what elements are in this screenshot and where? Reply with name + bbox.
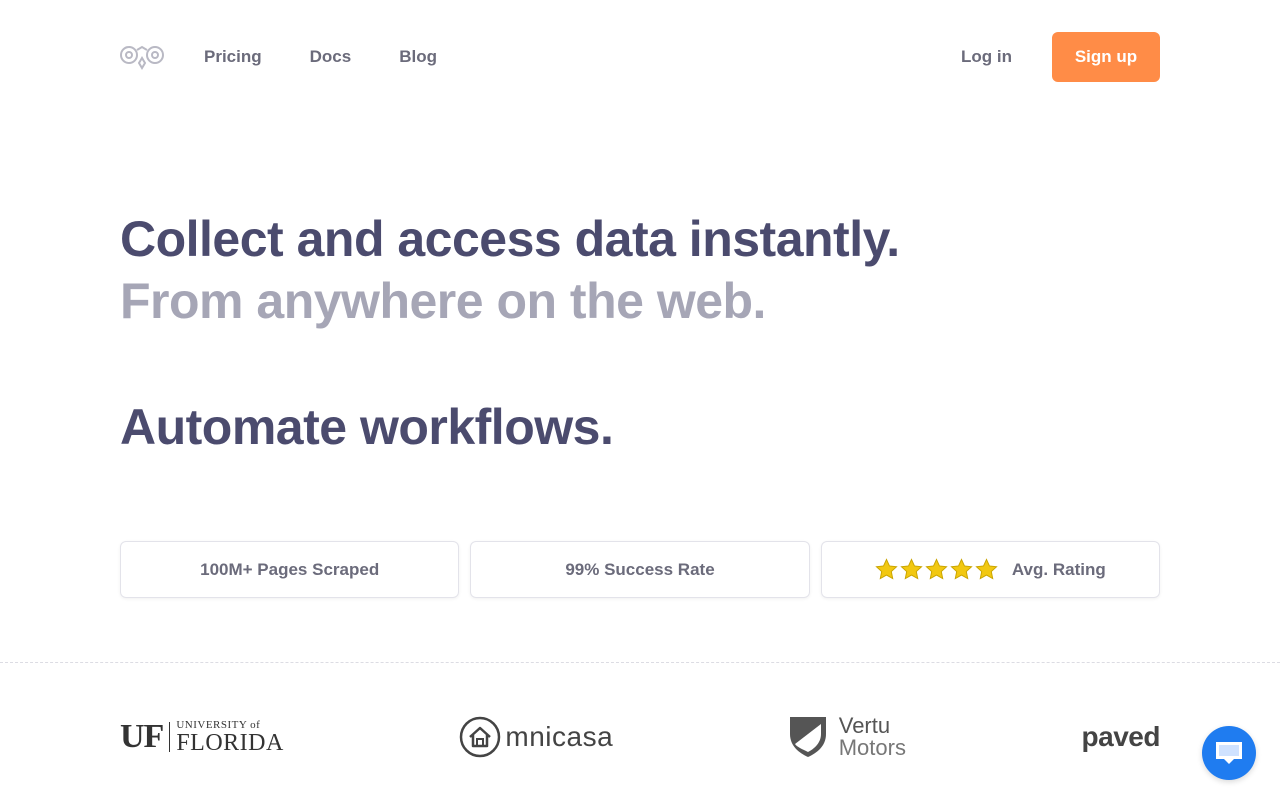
- star-icon: [950, 558, 973, 580]
- section-divider: [0, 662, 1280, 663]
- nav-links: Pricing Docs Blog: [204, 47, 437, 67]
- uf-wordmark: UNIVERSITY of FLORIDA: [176, 718, 284, 756]
- star-icon: [975, 558, 998, 580]
- hero-headline: Collect and access data instantly.: [120, 211, 900, 267]
- star-icon: [875, 558, 898, 580]
- star-icon: [900, 558, 923, 580]
- nav-link-pricing[interactable]: Pricing: [204, 47, 262, 67]
- vertu-wordmark: Vertu Motors: [839, 715, 906, 759]
- uf-big-text: FLORIDA: [176, 729, 284, 756]
- auth-actions: Log in Sign up: [961, 32, 1160, 82]
- chat-bubble-icon: [1216, 742, 1242, 764]
- uf-mark: UF: [120, 718, 164, 755]
- stat-pages-scraped: 100M+ Pages Scraped: [120, 541, 460, 598]
- logo-paved: paved: [1081, 721, 1161, 753]
- uf-separator: [169, 722, 171, 752]
- logo-vertu-motors: Vertu Motors: [789, 715, 906, 759]
- chat-launcher-button[interactable]: [1202, 726, 1256, 780]
- logo-omnicasa: mnicasa: [459, 716, 613, 758]
- login-link[interactable]: Log in: [961, 47, 1012, 67]
- brand-logo-icon[interactable]: [120, 44, 164, 70]
- stats-row: 100M+ Pages Scraped 99% Success Rate Avg…: [120, 541, 1160, 598]
- nav-link-blog[interactable]: Blog: [399, 47, 437, 67]
- uf-small-text: UNIVERSITY of: [176, 718, 261, 731]
- signup-button[interactable]: Sign up: [1052, 32, 1160, 82]
- stat-success-rate: 99% Success Rate: [470, 541, 810, 598]
- top-navigation: Pricing Docs Blog Log in Sign up: [120, 32, 1160, 82]
- hero-tagline: Automate workflows.: [120, 399, 614, 455]
- stat-rating-label: Avg. Rating: [1011, 559, 1106, 579]
- vertu-shield-icon: [789, 717, 826, 757]
- hero-section: Collect and access data instantly. From …: [120, 208, 900, 458]
- nav-link-docs[interactable]: Docs: [310, 47, 352, 67]
- rating-stars: [875, 558, 998, 581]
- omnicasa-house-icon: [460, 716, 501, 758]
- stat-success-label: 99% Success Rate: [565, 559, 715, 579]
- logo-university-of-florida: UF UNIVERSITY of FLORIDA: [120, 718, 284, 756]
- customer-logos: UF UNIVERSITY of FLORIDA mnicasa Vertu M…: [120, 712, 1160, 762]
- paved-wordmark: paved: [1081, 721, 1161, 752]
- vertu-text-2: Motors: [838, 735, 906, 760]
- hero-subheadline: From anywhere on the web.: [120, 273, 766, 329]
- star-icon: [925, 558, 948, 580]
- omnicasa-wordmark: mnicasa: [505, 721, 614, 752]
- stat-pages-label: 100M+ Pages Scraped: [200, 559, 380, 579]
- vertu-text-1: Vertu: [838, 713, 891, 738]
- stat-avg-rating: Avg. Rating: [820, 541, 1160, 598]
